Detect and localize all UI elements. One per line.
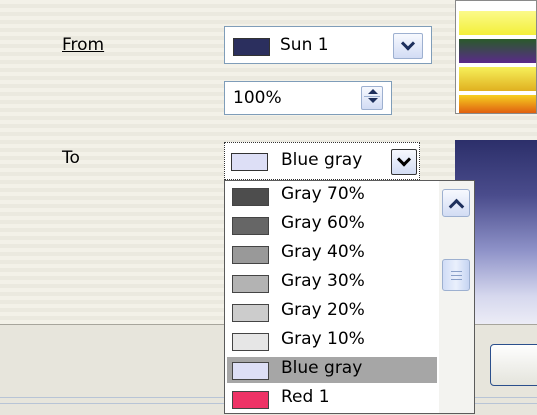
dropdown-item[interactable]: Gray 60% <box>227 212 437 238</box>
color-swatch <box>232 362 269 380</box>
to-label-text: To <box>62 148 80 168</box>
from-percent-field[interactable]: 100% <box>224 81 392 115</box>
dropdown-item-label: Gray 70% <box>281 184 365 204</box>
dropdown-item[interactable]: Gray 70% <box>227 183 437 209</box>
from-label: From <box>62 35 104 55</box>
dropdown-item-label: Gray 10% <box>281 329 365 349</box>
from-percent-value: 100% <box>233 88 282 108</box>
to-color-dropdown-list[interactable]: Gray 70% Gray 60% Gray 40% Gray 30% Gray 20%… <box>224 180 475 414</box>
chevron-up-icon <box>448 198 465 215</box>
to-color-combo[interactable]: Blue gray <box>224 142 420 180</box>
from-color-combo[interactable]: Sun 1 <box>224 26 432 64</box>
spin-divider <box>364 96 380 97</box>
dropdown-item-label: Red 1 <box>281 387 330 407</box>
to-dropdown-button[interactable] <box>391 149 417 175</box>
color-swatch <box>232 275 269 293</box>
dropdown-item[interactable]: Blue gray <box>227 357 437 383</box>
dropdown-item[interactable]: Gray 10% <box>227 328 437 354</box>
from-color-swatch <box>233 38 270 56</box>
color-swatch <box>232 333 269 351</box>
color-swatch <box>232 391 269 409</box>
color-swatch <box>232 246 269 264</box>
scroll-up-button[interactable] <box>442 189 470 217</box>
from-label-text: From <box>62 35 105 55</box>
dropdown-item[interactable]: Gray 30% <box>227 270 437 296</box>
chevron-down-icon <box>396 152 412 167</box>
to-color-value: Blue gray <box>281 150 363 170</box>
grip-line <box>451 271 462 272</box>
spin-down-icon <box>368 98 378 103</box>
dropdown-item-label: Blue gray <box>281 358 363 378</box>
gradient-swatch[interactable] <box>459 11 536 35</box>
dropdown-item-label: Gray 30% <box>281 271 365 291</box>
dropdown-item[interactable]: Gray 40% <box>227 241 437 267</box>
dropdown-item-label: Gray 60% <box>281 213 365 233</box>
to-label: To <box>62 148 80 168</box>
dropdown-item-label: Gray 20% <box>281 300 365 320</box>
dropdown-item-label: Gray 40% <box>281 242 365 262</box>
scroll-thumb[interactable] <box>442 259 470 291</box>
color-swatch <box>232 217 269 235</box>
grip-line <box>451 279 462 280</box>
spin-up-icon <box>368 89 378 94</box>
chevron-down-icon <box>400 36 416 51</box>
gradient-swatch[interactable] <box>459 39 536 63</box>
dropdown-item[interactable]: Gray 20% <box>227 299 437 325</box>
dropdown-item[interactable]: Red 1 <box>227 386 437 412</box>
to-color-swatch <box>231 153 268 171</box>
gradient-swatch[interactable] <box>459 67 536 91</box>
gradient-preview-list[interactable] <box>455 0 537 114</box>
color-swatch <box>232 188 269 206</box>
dialog-button[interactable] <box>490 344 537 386</box>
from-color-value: Sun 1 <box>280 35 329 55</box>
from-dropdown-button[interactable] <box>393 33 423 59</box>
percent-spinner[interactable] <box>361 86 383 110</box>
color-swatch <box>232 304 269 322</box>
gradient-swatch[interactable] <box>459 95 536 113</box>
dropdown-scrollbar[interactable] <box>439 181 474 413</box>
grip-line <box>451 275 462 276</box>
